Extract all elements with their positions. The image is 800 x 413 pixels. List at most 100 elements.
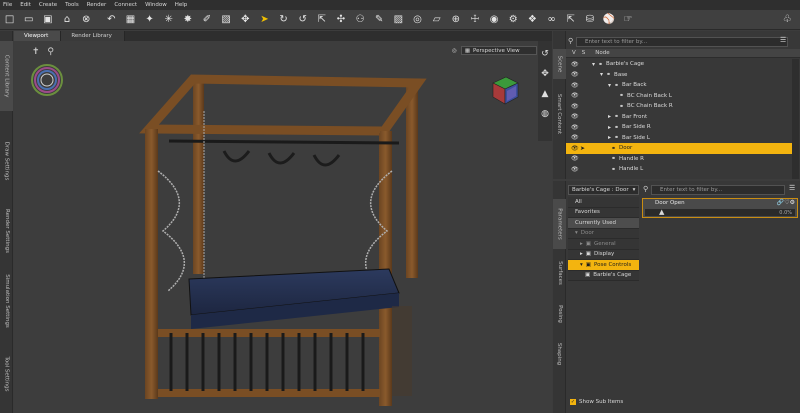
camera-rotate-gizmo[interactable] [30,63,64,97]
expander-icon[interactable]: ▸ [580,241,583,247]
scene-scrollbar[interactable] [792,59,799,179]
visibility-eye-icon[interactable]: 👁 [571,82,579,89]
parameter-category[interactable]: All [568,197,639,208]
scale-icon[interactable]: ⇱ [315,13,328,27]
parameter-category[interactable]: ▸ ▣ Display [568,249,639,260]
expander-icon[interactable]: ▾ [592,61,595,68]
visibility-eye-icon[interactable]: 👁 [571,166,579,173]
pan-icon[interactable]: ☩ [468,13,481,27]
scene-node-row[interactable]: 👁 ⚭ Handle L [566,164,792,175]
visibility-eye-icon[interactable]: 👁 [571,71,579,78]
slider-knob[interactable]: ▲ [659,208,664,216]
scene-node-row[interactable]: 👁 ▸ ⚭ Bar Front [566,112,792,123]
geometry-editor-icon[interactable]: ▧ [220,13,233,27]
scene-node-row[interactable]: 👁 ⚭ BC Chain Back R [566,101,792,112]
pose-tool-icon[interactable]: ✦ [143,13,156,27]
undo-icon[interactable]: ↶ [105,13,118,27]
tab-smart-content[interactable]: Smart Content [553,86,566,141]
expander-icon[interactable]: ▾ [608,82,611,89]
expander-icon[interactable]: ▾ [575,230,578,236]
door-open-slider[interactable]: ▲ 0.0% [645,208,795,216]
node-dropdown[interactable]: Barbie's Cage : Door ▾ [568,185,639,195]
visibility-eye-icon[interactable]: 👁 [571,113,579,120]
view-cube[interactable] [488,73,522,107]
scene-node-row[interactable]: 👁 ▾ ⚭ Bar Back [566,80,792,91]
expander-icon[interactable]: ▸ [608,124,611,131]
col-node[interactable]: Node [595,50,609,56]
open-folder-icon[interactable]: ▭ [22,13,35,27]
zoom-icon[interactable]: ⊕ [449,13,462,27]
scene-node-row[interactable]: 👁 ▸ ⚭ Bar Side L [566,133,792,144]
tab-posing[interactable]: Posing [553,299,566,329]
property-door-open[interactable]: Door Open 🔗♡⚙ ▲ 0.0% [642,198,798,218]
spot-render-icon[interactable]: ◎ [411,13,424,27]
universal-tool-icon[interactable]: ✳ [162,13,175,27]
col-selectable[interactable]: S [582,50,586,56]
rotate-icon[interactable]: ↻ [277,13,290,27]
tab-render-settings[interactable]: Render Settings [0,201,13,261]
tab-scene[interactable]: Scene [553,49,566,79]
tab-simulation-settings[interactable]: Simulation Settings [0,266,13,336]
cage-3d-model[interactable] [129,71,439,411]
scene-node-row[interactable]: 👁 ▸ ⚭ Bar Side R [566,122,792,133]
brush-icon[interactable]: ✎ [373,13,386,27]
menu-tools[interactable]: Tools [65,2,79,8]
menu-edit[interactable]: Edit [20,2,31,8]
params-filter-input[interactable]: Enter text to filter by... [651,185,785,195]
node-selection-icon[interactable]: ▦ [124,13,137,27]
parameter-category[interactable]: Currently Used [568,218,639,229]
visibility-eye-icon[interactable]: 👁 [571,155,579,162]
show-sub-items[interactable]: ✓ Show Sub Items [570,399,623,405]
menu-window[interactable]: Window [145,2,167,8]
delete-icon[interactable]: ⊗ [80,13,93,27]
scene-node-row[interactable]: 👁 ▾ ⚭ Base [566,70,792,81]
visibility-eye-icon[interactable]: 👁 [571,61,579,68]
tab-surfaces[interactable]: Surfaces [553,253,566,293]
pin-icon[interactable]: ❖ [526,13,539,27]
render-icon[interactable]: ◉ [488,13,501,27]
zoom-camera-icon[interactable]: ◍ [538,107,552,121]
scene-node-row[interactable]: 👁 ⚭ Handle R [566,154,792,165]
3d-viewport[interactable]: ✝ ⚲ ◎ ▦ Perspective View [14,41,552,413]
scene-node-row[interactable]: 👁 ➤ ⚭ Door [566,143,792,154]
home-icon[interactable]: ⌂ [60,13,73,27]
orbit-icon[interactable]: ↺ [296,13,309,27]
transform-icon[interactable]: ✥ [239,13,252,27]
tab-tool-settings[interactable]: Tool Settings [0,346,13,401]
lock-icon[interactable]: ⛁ [583,13,596,27]
visibility-eye-icon[interactable]: 👁 [571,134,579,141]
select-icon[interactable]: ➤ [258,13,271,27]
save-icon[interactable]: ▣ [41,13,54,27]
property-value[interactable]: 0.0% [779,210,792,216]
joint-editor-icon[interactable]: ✐ [200,13,213,27]
menu-help[interactable]: Help [175,2,188,8]
link-icon[interactable]: ∞ [545,13,558,27]
parameter-category[interactable]: ▾ Door [568,228,639,239]
parameter-category[interactable]: Favorites [568,207,639,218]
parameter-category[interactable]: ▸ ▣ General [568,239,639,250]
tab-parameters[interactable]: Parameters [553,199,566,249]
share-icon[interactable]: ☞ [622,13,635,27]
translate-icon[interactable]: ✣ [334,13,347,27]
unlock-icon[interactable]: ⚾ [602,13,615,27]
surface-selection-icon[interactable]: ▨ [392,13,405,27]
parameter-category[interactable]: ▣ Barbie's Cage [568,270,639,281]
camera-selector[interactable]: ◎ ▦ Perspective View [452,46,537,55]
expander-icon[interactable]: ▾ [600,71,603,78]
menu-create[interactable]: Create [39,2,57,8]
col-visible[interactable]: V [572,50,576,56]
scene-node-row[interactable]: 👁 ⚭ BC Chain Back L [566,91,792,102]
tab-shaping[interactable]: Shaping [553,336,566,371]
menu-connect[interactable]: Connect [114,2,137,8]
menu-render[interactable]: Render [87,2,107,8]
menu-file[interactable]: File [3,2,12,8]
visibility-eye-icon[interactable]: 👁 [571,92,579,99]
new-file-icon[interactable]: □ [3,13,16,27]
expander-icon[interactable]: ▾ [580,262,583,268]
view-options-icon[interactable]: ◎ [452,48,457,54]
cursor-icon[interactable]: ⇱ [564,13,577,27]
tab-render-library[interactable]: Render Library [61,31,125,41]
expander-icon[interactable]: ▸ [608,134,611,141]
tab-content-library[interactable]: Content Library [0,41,13,111]
node-weight-icon[interactable]: ✸ [181,13,194,27]
